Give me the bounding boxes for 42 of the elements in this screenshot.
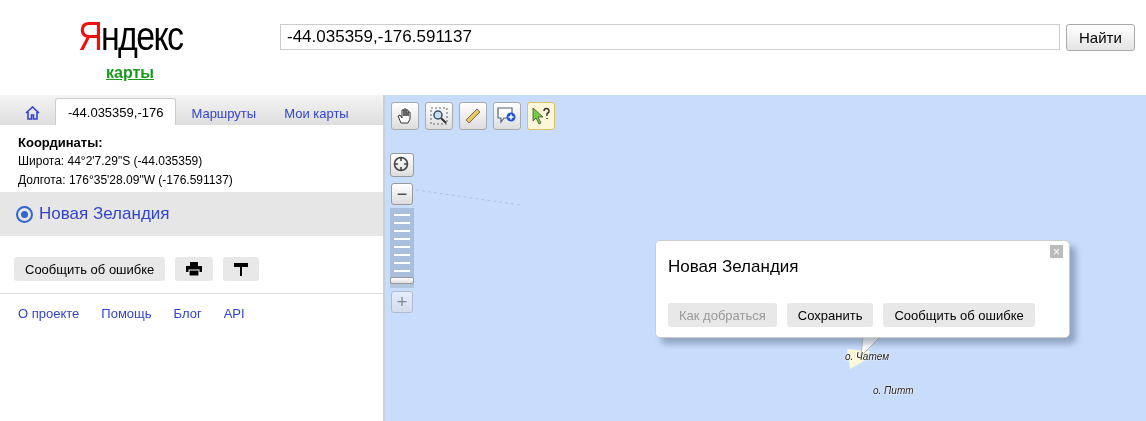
island-label: о. Чатем <box>845 351 890 362</box>
tab[interactable]: -44.035359,-176 <box>55 98 177 125</box>
footer-link[interactable]: Помощь <box>101 306 152 321</box>
ruler-icon <box>464 107 482 125</box>
hand-icon <box>396 107 414 125</box>
coordinate-line: Широта: 44°2'7.29"S (-44.035359) <box>18 153 204 170</box>
radio-button[interactable] <box>16 205 33 223</box>
print-button[interactable] <box>175 257 214 281</box>
placemark-button[interactable] <box>223 257 260 281</box>
result-row[interactable]: Новая Зеландия <box>0 192 383 236</box>
footer-link[interactable]: О проекте <box>18 306 80 321</box>
balloon-button[interactable]: Сообщить об ошибке <box>883 303 1035 327</box>
printer-icon <box>186 262 203 276</box>
home-icon <box>25 106 40 120</box>
zoom-slider-thumb[interactable] <box>390 277 414 284</box>
zoom-out-button[interactable]: − <box>391 183 413 205</box>
crosshair-icon <box>393 156 409 172</box>
tab[interactable]: Маршруты <box>178 100 270 125</box>
search-field[interactable]: -44.035359,-176.591137 <box>280 24 1060 50</box>
zoom-tool-button[interactable] <box>425 102 453 130</box>
cursor-question-icon <box>531 107 551 125</box>
placemark-tool-button[interactable] <box>493 102 521 130</box>
footer-link[interactable]: API <box>223 306 245 321</box>
yandex-logo[interactable]: Яндекс <box>77 14 183 58</box>
locate-button[interactable] <box>390 153 414 177</box>
coordinate-line: Долгота: 176°35'28.09"W (-176.591137) <box>18 172 234 189</box>
tab[interactable]: Мои карты <box>271 100 362 125</box>
coordinates-title: Координаты: <box>18 134 104 152</box>
hand-tool-button[interactable] <box>391 102 419 130</box>
balloon-title: Новая Зеландия <box>668 257 800 277</box>
report-error-button[interactable]: Сообщить об ошибке <box>14 257 166 281</box>
maps-link[interactable]: карты <box>106 64 154 82</box>
island-label: о. Питт <box>873 385 914 396</box>
search-button[interactable]: Найти <box>1066 24 1135 51</box>
ruler-tool-button[interactable] <box>459 102 487 130</box>
result-link[interactable]: Новая Зеландия <box>39 204 170 224</box>
footer-link[interactable]: Блог <box>173 306 202 321</box>
balloon-button[interactable]: Сохранить <box>786 303 874 327</box>
balloon-add-icon <box>497 107 517 125</box>
magnifier-icon <box>430 107 448 125</box>
info-tool-button[interactable] <box>527 102 555 130</box>
signpost-icon <box>234 262 249 276</box>
